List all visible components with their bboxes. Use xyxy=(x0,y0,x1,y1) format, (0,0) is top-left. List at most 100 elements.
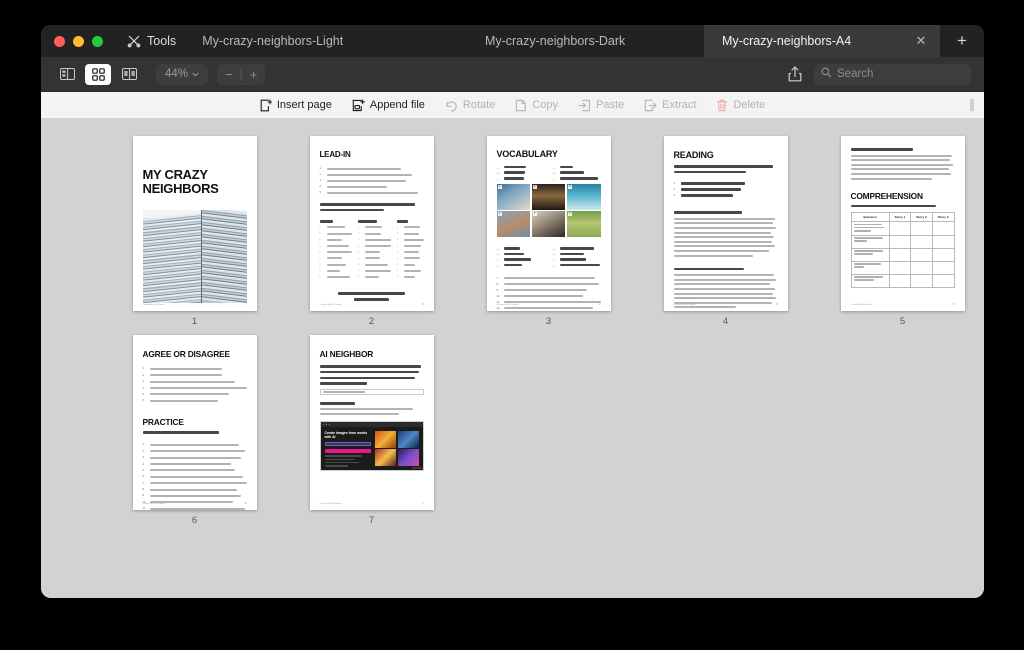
question-cell xyxy=(850,221,890,236)
page-preview[interactable]: AI NEIGHBOR Create images from words wit… xyxy=(309,335,434,510)
paste-label: Paste xyxy=(596,99,625,111)
photo-badge: 6 xyxy=(567,212,572,217)
maximize-window-button[interactable] xyxy=(92,35,103,47)
stepper-divider: | xyxy=(239,67,243,81)
practice-instruction xyxy=(142,431,247,434)
page-heading: VOCABULARY xyxy=(496,149,558,159)
page-thumbnail-1[interactable]: MY CRAZY NEIGHBORS Created by ESL Brains… xyxy=(106,136,283,327)
page-preview[interactable]: COMPREHENSION Question Story 1 Story 2 S… xyxy=(840,136,965,311)
page-number-label: 6 xyxy=(244,501,247,505)
search-placeholder: Search xyxy=(837,68,874,80)
answer-cell[interactable] xyxy=(931,221,955,236)
photo-badge: 3 xyxy=(567,184,572,189)
page-preview[interactable]: LEAD-IN 1. 2. 3. 4. 5. • • • • • • • • •… xyxy=(309,136,434,311)
paste-button[interactable]: Paste xyxy=(578,99,624,112)
copy-icon xyxy=(515,99,527,112)
page-thumbnail-3[interactable]: VOCABULARY __ __ __ __ __ __ 1 2 3 4 5 6… xyxy=(460,136,637,327)
page-thumbnail-2[interactable]: LEAD-IN 1. 2. 3. 4. 5. • • • • • • • • •… xyxy=(283,136,460,327)
page-preview[interactable]: MY CRAZY NEIGHBORS Created by ESL Brains xyxy=(132,136,257,311)
copy-button[interactable]: Copy xyxy=(515,99,558,112)
new-tab-button[interactable]: + xyxy=(940,25,984,57)
tab-strip: My-crazy-neighbors-Light My-crazy-neighb… xyxy=(188,25,984,57)
page-thumbnail-7[interactable]: AI NEIGHBOR Create images from words wit… xyxy=(283,335,460,526)
photo-badge: 1 xyxy=(497,184,502,189)
page-thumbnail-6[interactable]: AGREE OR DISAGREE 1. 2. 3. 4. 5. 6. PRAC… xyxy=(106,335,283,526)
sidebar-view-button[interactable] xyxy=(54,64,80,85)
delete-button[interactable]: Delete xyxy=(716,99,765,112)
page-content-reading: READING 1. 2. 3. Created by ESL Brains 4 xyxy=(664,136,788,311)
answer-cell[interactable] xyxy=(910,260,933,275)
screenshot-tile xyxy=(397,449,419,466)
photo-badge: 2 xyxy=(532,184,537,189)
answer-cell[interactable] xyxy=(931,273,955,288)
two-page-view-icon xyxy=(121,68,137,80)
page-footer: Created by ESL Brains xyxy=(142,503,165,505)
insert-page-button[interactable]: Insert page xyxy=(260,98,332,112)
column-header-story-1: Story 1 xyxy=(888,212,912,223)
answer-cell[interactable] xyxy=(910,273,933,288)
page-content-ai-neighbor: AI NEIGHBOR Create images from words wit… xyxy=(310,335,434,510)
share-icon[interactable] xyxy=(787,65,803,83)
extract-button[interactable]: Extract xyxy=(644,99,696,112)
page-thumbnail-canvas[interactable]: MY CRAZY NEIGHBORS Created by ESL Brains… xyxy=(41,119,984,598)
tab-my-crazy-neighbors-a4[interactable]: My-crazy-neighbors-A4 ✕ xyxy=(704,25,940,57)
delete-label: Delete xyxy=(733,99,766,111)
practice-items: 1. 2. 3. 4. 5. 6. 7. 8. 9. 10. 11. 12. xyxy=(143,440,247,510)
answer-cell[interactable] xyxy=(888,221,912,236)
tab-my-crazy-neighbors-dark[interactable]: My-crazy-neighbors-Dark xyxy=(406,25,704,57)
close-window-button[interactable] xyxy=(54,35,65,47)
rotate-icon xyxy=(445,99,458,112)
rotate-button[interactable]: Rotate xyxy=(445,99,495,112)
rotate-label: Rotate xyxy=(462,99,496,111)
minimize-window-button[interactable] xyxy=(73,35,84,47)
page-preview[interactable]: VOCABULARY __ __ __ __ __ __ 1 2 3 4 5 6… xyxy=(486,136,611,311)
screenshot-image-grid xyxy=(375,430,419,466)
table-header-row: Question Story 1 Story 2 Story 3 xyxy=(850,212,955,223)
zoom-out-button[interactable]: − xyxy=(225,67,233,82)
ai-link-chip[interactable] xyxy=(319,388,424,395)
page-title: MY CRAZY NEIGHBORS xyxy=(142,167,219,196)
answer-cell[interactable] xyxy=(910,234,933,249)
tab-label: My-crazy-neighbors-Dark xyxy=(484,34,626,48)
page-thumbnail-4[interactable]: READING 1. 2. 3. Created by ESL Brains 4… xyxy=(637,136,814,327)
answer-cell[interactable] xyxy=(888,273,912,288)
page-preview[interactable]: AGREE OR DISAGREE 1. 2. 3. 4. 5. 6. PRAC… xyxy=(132,335,257,510)
page-number: 1 xyxy=(191,316,198,327)
action-group: Insert page Append file Rotate Copy Past… xyxy=(260,98,765,112)
word-bank-bottom: __ __ __ __ __ __ __ __ xyxy=(497,244,601,267)
insert-page-label: Insert page xyxy=(276,99,332,111)
answer-cell[interactable] xyxy=(931,234,955,249)
zoom-stepper[interactable]: − | + xyxy=(217,63,266,85)
page-thumbnail-5[interactable]: COMPREHENSION Question Story 1 Story 2 S… xyxy=(814,136,984,327)
append-file-button[interactable]: Append file xyxy=(352,98,425,112)
tools-button[interactable]: Tools xyxy=(115,34,188,48)
page-number-label: 7 xyxy=(421,501,424,505)
search-input[interactable]: Search xyxy=(814,63,971,85)
grid-view-button[interactable] xyxy=(85,63,111,85)
page-footer: Created by ESL Brains xyxy=(319,503,342,505)
answer-cell[interactable] xyxy=(910,221,933,236)
zoom-level-dropdown[interactable]: 44% xyxy=(156,63,209,85)
tab-my-crazy-neighbors-light[interactable]: My-crazy-neighbors-Light xyxy=(188,25,407,57)
tools-label: Tools xyxy=(147,34,177,48)
zoom-in-button[interactable]: + xyxy=(250,67,258,82)
answer-cell[interactable] xyxy=(888,234,912,249)
two-page-view-button[interactable] xyxy=(116,64,142,85)
toolbar-grabber[interactable] xyxy=(970,98,974,112)
page-number: 2 xyxy=(368,316,375,327)
table-row xyxy=(850,221,955,236)
page-preview[interactable]: READING 1. 2. 3. Created by ESL Brains 4 xyxy=(663,136,788,311)
ai-instruction xyxy=(319,365,424,385)
answer-cell[interactable] xyxy=(888,260,912,275)
building-corner-edge xyxy=(200,209,203,303)
answer-cell[interactable] xyxy=(931,247,955,262)
ai-prompt xyxy=(319,401,424,415)
page-number-label: 4 xyxy=(775,302,778,306)
answer-cell[interactable] xyxy=(910,247,933,262)
close-icon[interactable]: ✕ xyxy=(914,34,928,48)
comprehension-instruction xyxy=(850,204,955,208)
append-file-label: Append file xyxy=(369,99,425,111)
answer-cell[interactable] xyxy=(888,247,912,262)
view-mode-group xyxy=(54,63,142,85)
answer-cell[interactable] xyxy=(931,260,955,275)
